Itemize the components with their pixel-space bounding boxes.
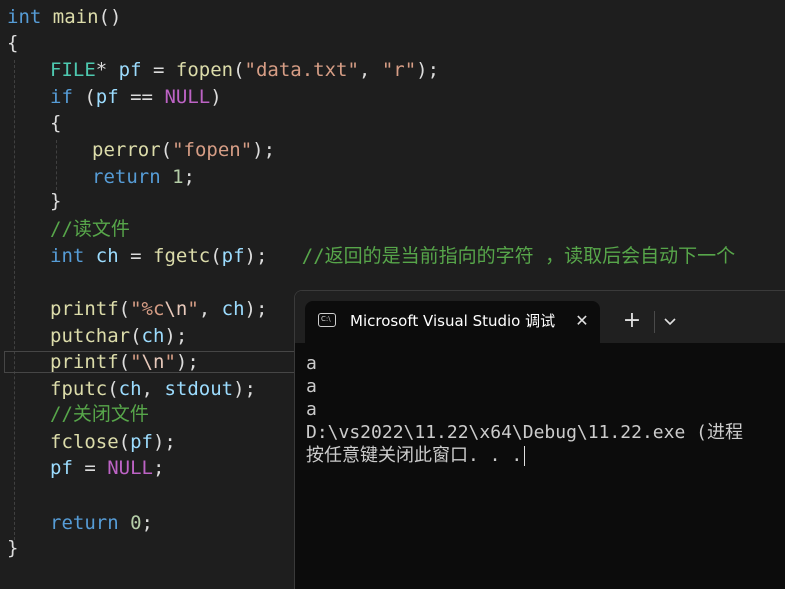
close-icon[interactable]: ✕ [571, 310, 593, 332]
code-line-15: //关闭文件 [50, 403, 149, 425]
prompt-text: 按任意键关闭此窗口. . . [306, 445, 523, 466]
code-line-16: fclose(pf); [50, 431, 176, 453]
code-line-2: { [7, 32, 19, 54]
code-line-17: pf = NULL; [50, 457, 165, 479]
code-line-13: printf("\n"); [50, 351, 199, 373]
output-line-5: 按任意键关闭此窗口. . . [306, 444, 526, 467]
code-line-5: { [50, 112, 62, 134]
console-icon: C:\ [318, 313, 336, 327]
code-line-18: return 0; [50, 512, 153, 534]
code-line-12: putchar(ch); [50, 325, 188, 347]
code-line-8: } [50, 190, 62, 212]
new-tab-icon[interactable]: + [621, 310, 643, 332]
output-line-3: a [306, 399, 317, 420]
debug-console-window[interactable]: C:\ Microsoft Visual Studio 调试控制台 ✕ + a … [294, 290, 785, 589]
text-cursor [524, 446, 526, 466]
tab-title: Microsoft Visual Studio 调试控制台 [350, 312, 555, 330]
indent-guide [14, 60, 15, 540]
code-line-1: int main() [7, 6, 122, 28]
code-line-14: fputc(ch, stdout); [50, 378, 256, 400]
chevron-down-icon[interactable] [659, 310, 681, 332]
terminal-tab-bar: C:\ Microsoft Visual Studio 调试控制台 ✕ + [295, 291, 785, 343]
code-line-3: FILE* pf = fopen("data.txt", "r"); [50, 59, 440, 81]
code-line-19: } [7, 537, 19, 559]
tab-separator [654, 311, 655, 333]
indent-guide [56, 140, 57, 190]
code-line-10: int ch = fgetc(pf); //返回的是当前指向的字符 ，读取后会自… [50, 245, 736, 267]
code-line-4: if (pf == NULL) [50, 86, 222, 108]
terminal-tab[interactable]: C:\ Microsoft Visual Studio 调试控制台 ✕ [305, 301, 600, 343]
code-line-7: return 1; [92, 166, 195, 188]
code-line-9: //读文件 [50, 218, 130, 240]
code-line-11: printf("%c\n", ch); [50, 298, 268, 320]
output-line-1: a [306, 353, 317, 374]
output-line-2: a [306, 376, 317, 397]
code-line-6: perror("fopen"); [92, 139, 276, 161]
output-line-4: D:\vs2022\11.22\x64\Debug\11.22.exe (进程 [306, 422, 743, 443]
